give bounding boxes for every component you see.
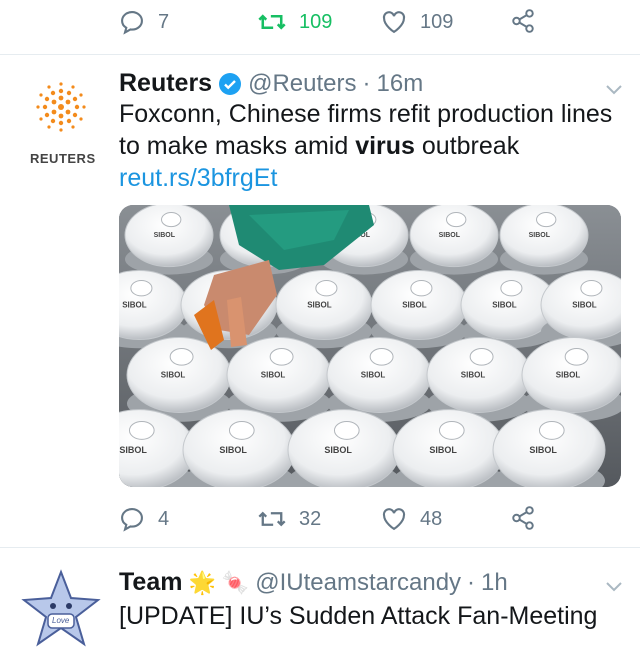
like-count: 48	[420, 507, 443, 530]
mask-brand-label: SIBOL	[324, 445, 352, 455]
mask-brand-label: SIBOL	[402, 300, 427, 309]
verified-badge-icon	[219, 72, 242, 95]
display-name[interactable]: Team	[119, 568, 182, 597]
share-button[interactable]	[510, 8, 536, 34]
mask-brand-label: SIBOL	[361, 371, 386, 380]
mask-brand-label: SIBOL	[122, 300, 147, 309]
reuters-logo-text: REUTERS	[30, 151, 96, 166]
mask: SIBOL	[499, 205, 589, 275]
reuters-avatar[interactable]: REUTERS	[20, 81, 102, 171]
timestamp[interactable]: 1h	[481, 569, 508, 597]
user-handle[interactable]: @Reuters	[248, 70, 356, 98]
reuters-logo-icon	[36, 82, 86, 132]
team-avatar[interactable]: Love	[20, 568, 102, 650]
mask-brand-label: SIBOL	[119, 445, 147, 455]
share-icon	[512, 506, 534, 530]
mask: SIBOL	[182, 409, 296, 487]
tweet-header: Reuters @Reuters · 16m	[119, 69, 423, 98]
retweet-count: 109	[299, 10, 333, 33]
like-button[interactable]: 109	[380, 8, 453, 36]
mask: SIBOL	[492, 409, 606, 487]
mask: SIBOL	[124, 205, 214, 275]
reuters-tweet[interactable]: REUTERS Reuters @Reuters · 16m Foxconn, …	[0, 55, 640, 545]
retweet-count: 32	[299, 507, 322, 530]
mask-brand-label: SIBOL	[439, 232, 461, 239]
reply-count: 7	[158, 10, 170, 33]
heart-icon	[382, 11, 406, 34]
reply-icon	[121, 11, 143, 35]
reply-button[interactable]: 4	[118, 505, 169, 533]
heart-icon	[382, 508, 406, 531]
tweet-text-bold: virus	[355, 132, 415, 160]
mask-brand-label: SIBOL	[529, 445, 557, 455]
mask: SIBOL	[426, 337, 532, 422]
mask-brand-label: SIBOL	[429, 445, 457, 455]
share-icon	[512, 9, 534, 33]
mask-brand-label: SIBOL	[307, 300, 332, 309]
tweet-header: Team 🌟 🍬 @IUteamstarcandy · 1h	[119, 568, 508, 597]
star-avatar-icon	[21, 569, 101, 647]
mask-brand-label: SIBOL	[529, 232, 551, 239]
mask-brand-label: SIBOL	[556, 371, 581, 380]
tweet-text-part: outbreak	[414, 132, 520, 160]
reply-button[interactable]: 7	[118, 8, 169, 36]
chevron-down-icon[interactable]	[604, 580, 624, 594]
tweet-text: [UPDATE] IU’s Sudden Attack Fan-Meeting	[119, 602, 598, 630]
mask-brand-label: SIBOL	[261, 371, 286, 380]
mask-brand-label: SIBOL	[154, 232, 176, 239]
mask: SIBOL	[370, 269, 468, 349]
retweet-button[interactable]: 109	[257, 8, 332, 36]
mask: SIBOL	[275, 269, 373, 349]
like-button[interactable]: 48	[380, 505, 442, 533]
retweet-icon	[258, 511, 286, 527]
dot-separator: ·	[362, 69, 371, 97]
timestamp[interactable]: 16m	[377, 70, 424, 98]
avatar-caption: Love	[52, 616, 70, 625]
mask: SIBOL	[226, 337, 332, 422]
tweet-text: Foxconn, Chinese firms refit production …	[119, 98, 619, 194]
mask: SIBOL	[409, 205, 499, 275]
top-tweet-actions: 7 109 109	[0, 0, 640, 44]
chevron-down-icon[interactable]	[604, 83, 624, 97]
mask-brand-label: SIBOL	[492, 300, 517, 309]
user-handle[interactable]: @IUteamstarcandy	[255, 569, 461, 597]
candy-emoji-icon: 🍬	[221, 569, 250, 595]
mask: SIBOL	[326, 337, 432, 422]
retweet-icon	[258, 14, 286, 30]
like-count: 109	[420, 10, 454, 33]
team-tweet[interactable]: Love Team 🌟 🍬 @IUteamstarcandy · 1h [UPD…	[0, 548, 640, 647]
mask-brand-label: SIBOL	[461, 371, 486, 380]
tweet-image[interactable]: SIBOL SIBOL SIBOL SIBOL SIBOL SIBOL SIBOL SIBOL…	[119, 205, 621, 487]
reply-icon	[121, 508, 143, 532]
mask-brand-label: SIBOL	[219, 445, 247, 455]
share-button[interactable]	[510, 505, 536, 531]
mask-brand-label: SIBOL	[572, 300, 597, 309]
mask: SIBOL	[287, 409, 401, 487]
star-emoji-icon: 🌟	[188, 569, 216, 595]
mask-brand-label: SIBOL	[161, 371, 186, 380]
retweet-button[interactable]: 32	[257, 505, 321, 533]
mask: SIBOL	[392, 409, 506, 487]
masks-photo: SIBOL SIBOL SIBOL SIBOL SIBOL SIBOL SIBOL SIBOL…	[119, 205, 621, 487]
mask: SIBOL	[126, 337, 232, 422]
display-name[interactable]: Reuters	[119, 69, 212, 98]
reply-count: 4	[158, 507, 170, 530]
mask: SIBOL	[540, 269, 621, 349]
tweet-link[interactable]: reut.rs/3bfrgEt	[119, 164, 277, 192]
mask: SIBOL	[521, 337, 621, 422]
dot-separator: ·	[467, 568, 476, 596]
